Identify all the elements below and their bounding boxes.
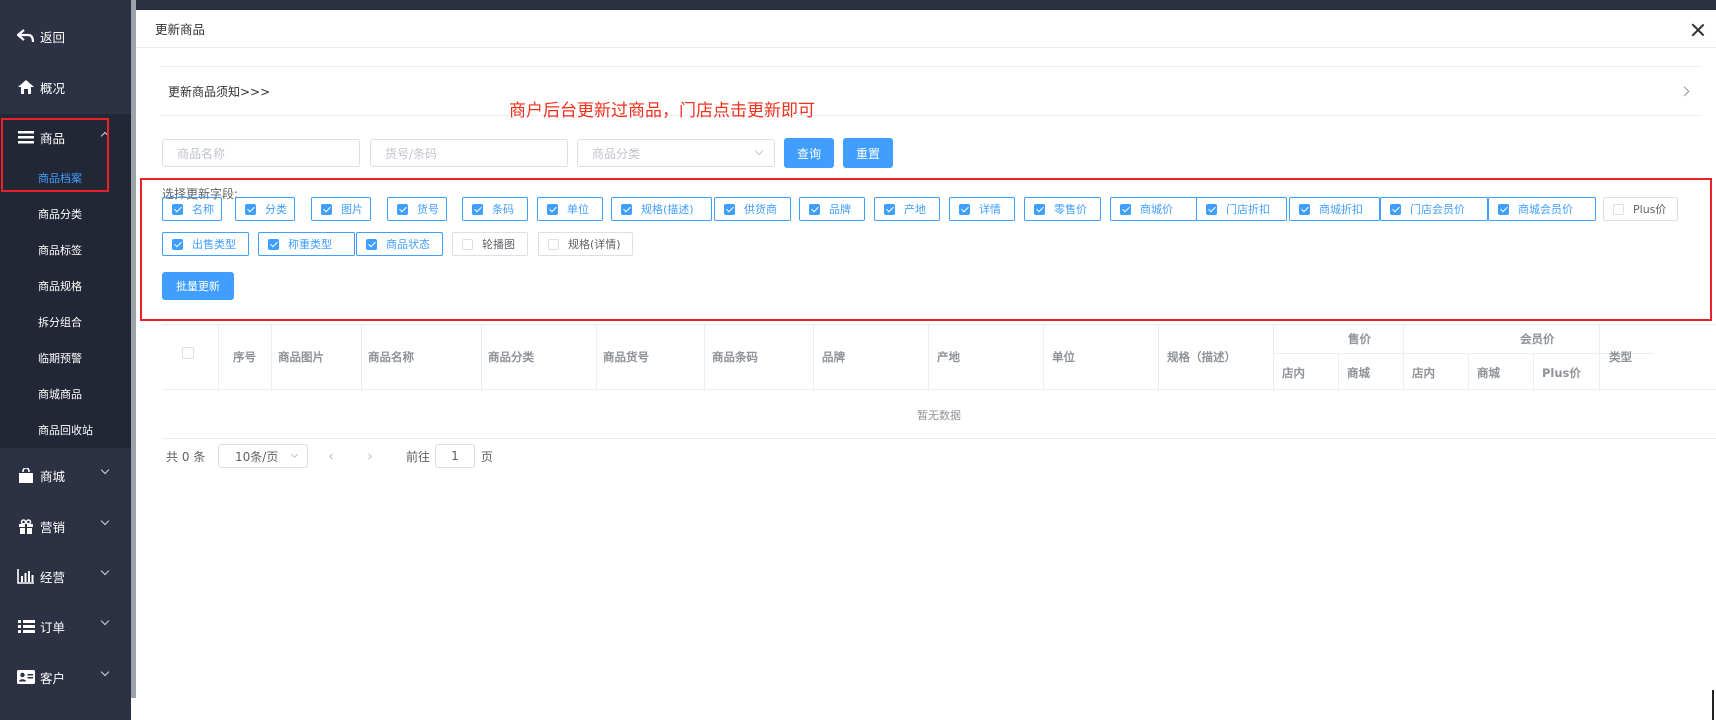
- col-image: 商品图片: [278, 350, 324, 364]
- col-member-mall: 商城: [1477, 366, 1500, 380]
- chevron-right-icon: [1679, 86, 1690, 97]
- gift-icon: [16, 518, 36, 534]
- col-type: 类型: [1609, 350, 1632, 364]
- sidebar-item-label: 概况: [40, 80, 66, 96]
- chevron-down-icon: [754, 146, 764, 156]
- fields-highlight-box: [140, 178, 1712, 321]
- table-header: 序号 商品图片 商品名称 商品分类 商品货号 商品条码 品牌 产地 单位 规格（…: [162, 324, 1716, 391]
- prev-page-button[interactable]: ‹: [328, 444, 334, 468]
- top-bar: [136, 0, 1716, 10]
- sidebar-subitem-split-combo[interactable]: 拆分组合: [0, 304, 131, 340]
- back-arrow-icon: [16, 28, 36, 44]
- page-unit-label: 页: [481, 449, 494, 464]
- sidebar-subitem-expiry-warning[interactable]: 临期预警: [0, 340, 131, 376]
- scroll-handle: [1712, 690, 1714, 720]
- sidebar-item-label: 订单: [40, 619, 66, 635]
- id-card-icon: [16, 669, 36, 685]
- sidebar-item-label: 商城: [40, 468, 66, 484]
- category-placeholder: 商品分类: [592, 146, 641, 161]
- code-barcode-placeholder: 货号/条码: [385, 146, 438, 161]
- sidebar-item-orders[interactable]: 订单: [0, 603, 131, 649]
- sidebar-item-marketing[interactable]: 营销: [0, 503, 131, 549]
- close-icon[interactable]: [1690, 22, 1706, 38]
- sidebar-subitem-label: 拆分组合: [38, 316, 82, 329]
- update-goods-dialog: 更新商品 更新商品须知>>> 商户后台更新过商品，门店点击更新即可 商品名称 货…: [136, 10, 1716, 720]
- chevron-down-icon: [100, 566, 110, 576]
- goto-label: 前往: [406, 449, 431, 464]
- col-category: 商品分类: [488, 350, 534, 364]
- goods-name-placeholder: 商品名称: [177, 146, 226, 161]
- table-empty: 暂无数据: [162, 391, 1716, 439]
- sidebar-back[interactable]: 返回: [0, 13, 131, 59]
- sidebar-highlight-box: [1, 118, 109, 192]
- sidebar-item-label: 客户: [40, 670, 66, 686]
- chevron-right-icon: ›: [367, 447, 373, 465]
- col-member-plus: Plus价: [1542, 366, 1581, 380]
- col-group-price: 售价: [1348, 332, 1371, 346]
- col-goods-code: 商品货号: [603, 350, 649, 364]
- dialog-header: 更新商品: [136, 10, 1716, 48]
- pagination-total: 共 0 条: [166, 449, 206, 464]
- sidebar-subitem-goods-spec[interactable]: 商品规格: [0, 268, 131, 304]
- sidebar-item-mall[interactable]: 商城: [0, 452, 131, 498]
- dialog-title: 更新商品: [155, 22, 206, 37]
- chevron-down-icon: [100, 465, 110, 475]
- sidebar-subitem-label: 商品规格: [38, 280, 82, 293]
- chevron-down-icon: [100, 616, 110, 626]
- col-name: 商品名称: [368, 350, 414, 364]
- bar-chart-icon: [16, 568, 36, 584]
- sidebar: 返回 概况 商品 商品档案 商品分类 商品标签 商品规格 拆分组合 临期预警 商…: [0, 0, 131, 720]
- page-number-input[interactable]: 1: [435, 444, 475, 468]
- sidebar-subitem-label: 商城商品: [38, 388, 82, 401]
- col-unit: 单位: [1052, 350, 1075, 364]
- sidebar-item-customers[interactable]: 客户: [0, 654, 131, 700]
- category-select[interactable]: 商品分类: [577, 139, 775, 167]
- sidebar-item-label: 营销: [40, 519, 66, 535]
- sidebar-subitem-goods-category[interactable]: 商品分类: [0, 196, 131, 232]
- col-member-store: 店内: [1412, 366, 1435, 380]
- next-page-button[interactable]: ›: [367, 444, 373, 468]
- sidebar-subitem-goods-tag[interactable]: 商品标签: [0, 232, 131, 268]
- code-barcode-input[interactable]: 货号/条码: [370, 139, 568, 167]
- sidebar-subitem-label: 商品标签: [38, 244, 82, 257]
- col-barcode: 商品条码: [712, 350, 758, 364]
- sidebar-subitem-label: 商品分类: [38, 208, 82, 221]
- col-price-mall: 商城: [1347, 366, 1370, 380]
- sidebar-subitem-mall-goods[interactable]: 商城商品: [0, 376, 131, 412]
- sidebar-back-label: 返回: [40, 29, 66, 45]
- chevron-down-icon: [100, 516, 110, 526]
- page-size-value: 10条/页: [235, 449, 279, 464]
- goods-name-input[interactable]: 商品名称: [162, 139, 360, 167]
- shopping-bag-icon: [16, 467, 36, 483]
- notice-label: 更新商品须知>>>: [168, 84, 271, 99]
- sidebar-subitem-recycle-bin[interactable]: 商品回收站: [0, 412, 131, 448]
- sidebar-subitem-label: 临期预警: [38, 352, 82, 365]
- col-group-member-price: 会员价: [1520, 332, 1555, 346]
- chevron-left-icon: ‹: [328, 447, 334, 465]
- reset-button[interactable]: 重置: [843, 138, 893, 168]
- chevron-down-icon: [290, 450, 299, 459]
- col-brand: 品牌: [822, 350, 845, 364]
- sidebar-item-label: 经营: [40, 569, 66, 585]
- sidebar-subitem-label: 商品回收站: [38, 424, 93, 437]
- sidebar-item-business[interactable]: 经营: [0, 553, 131, 599]
- page-number-value: 1: [451, 449, 459, 463]
- chevron-down-icon: [100, 667, 110, 677]
- page-size-select[interactable]: 10条/页: [218, 444, 308, 468]
- query-button[interactable]: 查询: [784, 138, 834, 168]
- home-icon: [16, 79, 36, 95]
- list-icon: [16, 618, 36, 634]
- select-all-checkbox[interactable]: [182, 347, 194, 359]
- annotation-tip: 商户后台更新过商品，门店点击更新即可: [509, 101, 815, 121]
- update-notice-collapse[interactable]: 更新商品须知>>>: [160, 66, 1702, 116]
- col-origin: 产地: [937, 350, 960, 364]
- col-spec: 规格（描述）: [1167, 350, 1236, 364]
- sidebar-item-overview[interactable]: 概况: [0, 64, 131, 110]
- col-index: 序号: [233, 350, 256, 364]
- col-price-store: 店内: [1282, 366, 1305, 380]
